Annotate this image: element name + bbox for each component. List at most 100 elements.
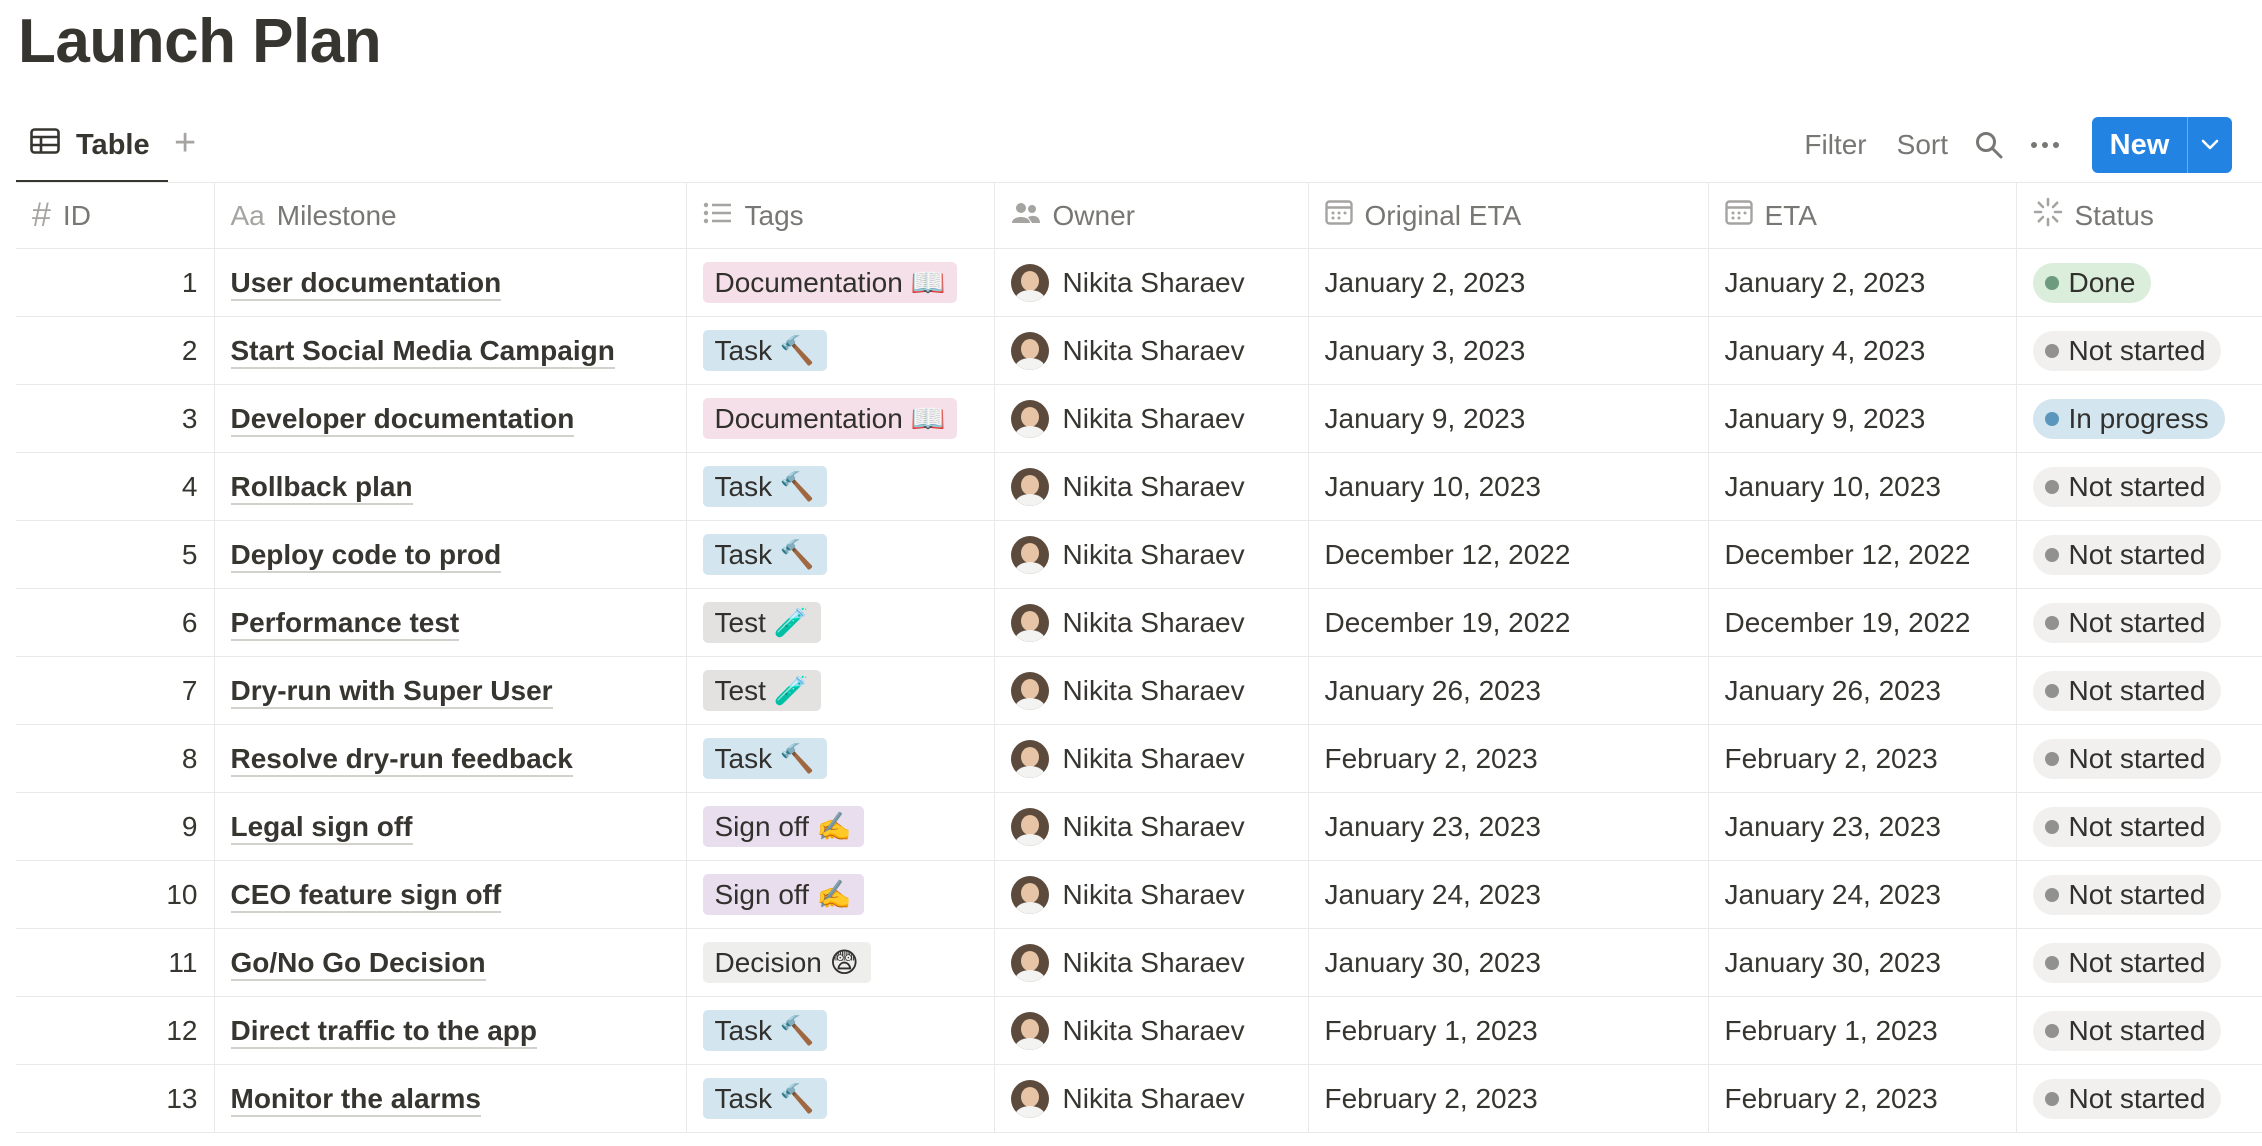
- milestone-link[interactable]: Deploy code to prod: [230, 538, 502, 573]
- cell-tags[interactable]: Decision 😨: [686, 928, 995, 997]
- chevron-down-icon[interactable]: [2187, 117, 2232, 173]
- cell-milestone[interactable]: Monitor the alarms: [214, 1064, 687, 1133]
- view-tab-table[interactable]: Table: [16, 110, 168, 183]
- cell-original-eta[interactable]: January 2, 2023: [1308, 248, 1709, 317]
- milestone-link[interactable]: Developer documentation: [230, 402, 575, 437]
- cell-id[interactable]: 4: [16, 452, 215, 521]
- more-options-icon[interactable]: [2030, 140, 2060, 150]
- cell-original-eta[interactable]: January 30, 2023: [1308, 928, 1709, 997]
- cell-tags[interactable]: Documentation 📖: [686, 248, 995, 317]
- cell-milestone[interactable]: Go/No Go Decision: [214, 928, 687, 997]
- cell-status[interactable]: Not started: [2016, 928, 2262, 997]
- cell-status[interactable]: Not started: [2016, 860, 2262, 929]
- cell-eta[interactable]: January 23, 2023: [1708, 792, 2017, 861]
- table-row[interactable]: 9 Legal sign off Sign off ✍️ Nikita Sharaev…: [16, 792, 2262, 861]
- table-row[interactable]: 2 Start Social Media Campaign Task 🔨 Nikita…: [16, 316, 2262, 385]
- cell-status[interactable]: Not started: [2016, 996, 2262, 1065]
- cell-status[interactable]: Not started: [2016, 588, 2262, 657]
- cell-id[interactable]: 8: [16, 724, 215, 793]
- cell-owner[interactable]: Nikita Sharaev: [994, 656, 1309, 725]
- cell-milestone[interactable]: Dry-run with Super User: [214, 656, 687, 725]
- column-header-original-eta[interactable]: Original ETA: [1308, 182, 1709, 249]
- table-row[interactable]: 13 Monitor the alarms Task 🔨 Nikita Sharaev…: [16, 1064, 2262, 1133]
- cell-eta[interactable]: January 24, 2023: [1708, 860, 2017, 929]
- new-button[interactable]: New: [2092, 117, 2232, 173]
- column-header-id[interactable]: # ID: [16, 182, 215, 249]
- cell-owner[interactable]: Nikita Sharaev: [994, 996, 1309, 1065]
- cell-tags[interactable]: Test 🧪: [686, 588, 995, 657]
- cell-eta[interactable]: January 30, 2023: [1708, 928, 2017, 997]
- cell-owner[interactable]: Nikita Sharaev: [994, 860, 1309, 929]
- cell-original-eta[interactable]: February 2, 2023: [1308, 1064, 1709, 1133]
- cell-original-eta[interactable]: January 24, 2023: [1308, 860, 1709, 929]
- cell-id[interactable]: 2: [16, 316, 215, 385]
- milestone-link[interactable]: Performance test: [230, 606, 460, 641]
- cell-eta[interactable]: February 2, 2023: [1708, 1064, 2017, 1133]
- cell-tags[interactable]: Task 🔨: [686, 1064, 995, 1133]
- cell-tags[interactable]: Task 🔨: [686, 316, 995, 385]
- cell-id[interactable]: 10: [16, 860, 215, 929]
- cell-id[interactable]: 1: [16, 248, 215, 317]
- filter-button[interactable]: Filter: [1804, 129, 1866, 161]
- cell-tags[interactable]: Task 🔨: [686, 996, 995, 1065]
- table-row[interactable]: 4 Rollback plan Task 🔨 Nikita Sharaev Januar…: [16, 452, 2262, 521]
- cell-eta[interactable]: January 2, 2023: [1708, 248, 2017, 317]
- cell-milestone[interactable]: Rollback plan: [214, 452, 687, 521]
- cell-original-eta[interactable]: January 9, 2023: [1308, 384, 1709, 453]
- cell-milestone[interactable]: Start Social Media Campaign: [214, 316, 687, 385]
- table-row[interactable]: 7 Dry-run with Super User Test 🧪 Nikita Sha…: [16, 656, 2262, 725]
- cell-original-eta[interactable]: January 26, 2023: [1308, 656, 1709, 725]
- table-row[interactable]: 12 Direct traffic to the app Task 🔨 Nikita …: [16, 996, 2262, 1065]
- cell-status[interactable]: Not started: [2016, 1064, 2262, 1133]
- table-row[interactable]: 6 Performance test Test 🧪 Nikita Sharaev Dec…: [16, 588, 2262, 657]
- column-header-status[interactable]: Status: [2016, 182, 2262, 249]
- cell-tags[interactable]: Test 🧪: [686, 656, 995, 725]
- cell-owner[interactable]: Nikita Sharaev: [994, 384, 1309, 453]
- cell-original-eta[interactable]: February 2, 2023: [1308, 724, 1709, 793]
- add-view-button[interactable]: +: [174, 124, 196, 162]
- table-row[interactable]: 11 Go/No Go Decision Decision 😨 Nikita Shar…: [16, 928, 2262, 997]
- cell-eta[interactable]: December 12, 2022: [1708, 520, 2017, 589]
- cell-milestone[interactable]: Resolve dry-run feedback: [214, 724, 687, 793]
- cell-status[interactable]: In progress: [2016, 384, 2262, 453]
- cell-milestone[interactable]: Developer documentation: [214, 384, 687, 453]
- table-row[interactable]: 3 Developer documentation Documentation 📖 N…: [16, 384, 2262, 453]
- cell-milestone[interactable]: User documentation: [214, 248, 687, 317]
- table-row[interactable]: 5 Deploy code to prod Task 🔨 Nikita Sharaev…: [16, 520, 2262, 589]
- cell-id[interactable]: 13: [16, 1064, 215, 1133]
- cell-status[interactable]: Done: [2016, 248, 2262, 317]
- table-row[interactable]: 8 Resolve dry-run feedback Task 🔨 Nikita Sh…: [16, 724, 2262, 793]
- cell-original-eta[interactable]: January 10, 2023: [1308, 452, 1709, 521]
- cell-eta[interactable]: January 26, 2023: [1708, 656, 2017, 725]
- cell-tags[interactable]: Documentation 📖: [686, 384, 995, 453]
- cell-milestone[interactable]: Legal sign off: [214, 792, 687, 861]
- cell-eta[interactable]: February 2, 2023: [1708, 724, 2017, 793]
- table-row[interactable]: 10 CEO feature sign off Sign off ✍️ Nikita …: [16, 860, 2262, 929]
- milestone-link[interactable]: Monitor the alarms: [230, 1082, 481, 1117]
- cell-owner[interactable]: Nikita Sharaev: [994, 928, 1309, 997]
- cell-eta[interactable]: January 4, 2023: [1708, 316, 2017, 385]
- cell-original-eta[interactable]: December 12, 2022: [1308, 520, 1709, 589]
- cell-owner[interactable]: Nikita Sharaev: [994, 316, 1309, 385]
- cell-id[interactable]: 3: [16, 384, 215, 453]
- cell-tags[interactable]: Sign off ✍️: [686, 792, 995, 861]
- milestone-link[interactable]: Legal sign off: [230, 810, 413, 845]
- cell-eta[interactable]: December 19, 2022: [1708, 588, 2017, 657]
- cell-milestone[interactable]: CEO feature sign off: [214, 860, 687, 929]
- cell-owner[interactable]: Nikita Sharaev: [994, 452, 1309, 521]
- milestone-link[interactable]: User documentation: [230, 266, 502, 301]
- cell-status[interactable]: Not started: [2016, 316, 2262, 385]
- milestone-link[interactable]: Dry-run with Super User: [230, 674, 553, 709]
- cell-eta[interactable]: January 9, 2023: [1708, 384, 2017, 453]
- cell-owner[interactable]: Nikita Sharaev: [994, 724, 1309, 793]
- milestone-link[interactable]: Start Social Media Campaign: [230, 334, 615, 369]
- cell-id[interactable]: 11: [16, 928, 215, 997]
- milestone-link[interactable]: Rollback plan: [230, 470, 413, 505]
- cell-owner[interactable]: Nikita Sharaev: [994, 588, 1309, 657]
- cell-id[interactable]: 12: [16, 996, 215, 1065]
- milestone-link[interactable]: Go/No Go Decision: [230, 946, 486, 981]
- cell-status[interactable]: Not started: [2016, 724, 2262, 793]
- cell-original-eta[interactable]: February 1, 2023: [1308, 996, 1709, 1065]
- sort-button[interactable]: Sort: [1897, 129, 1948, 161]
- cell-tags[interactable]: Task 🔨: [686, 452, 995, 521]
